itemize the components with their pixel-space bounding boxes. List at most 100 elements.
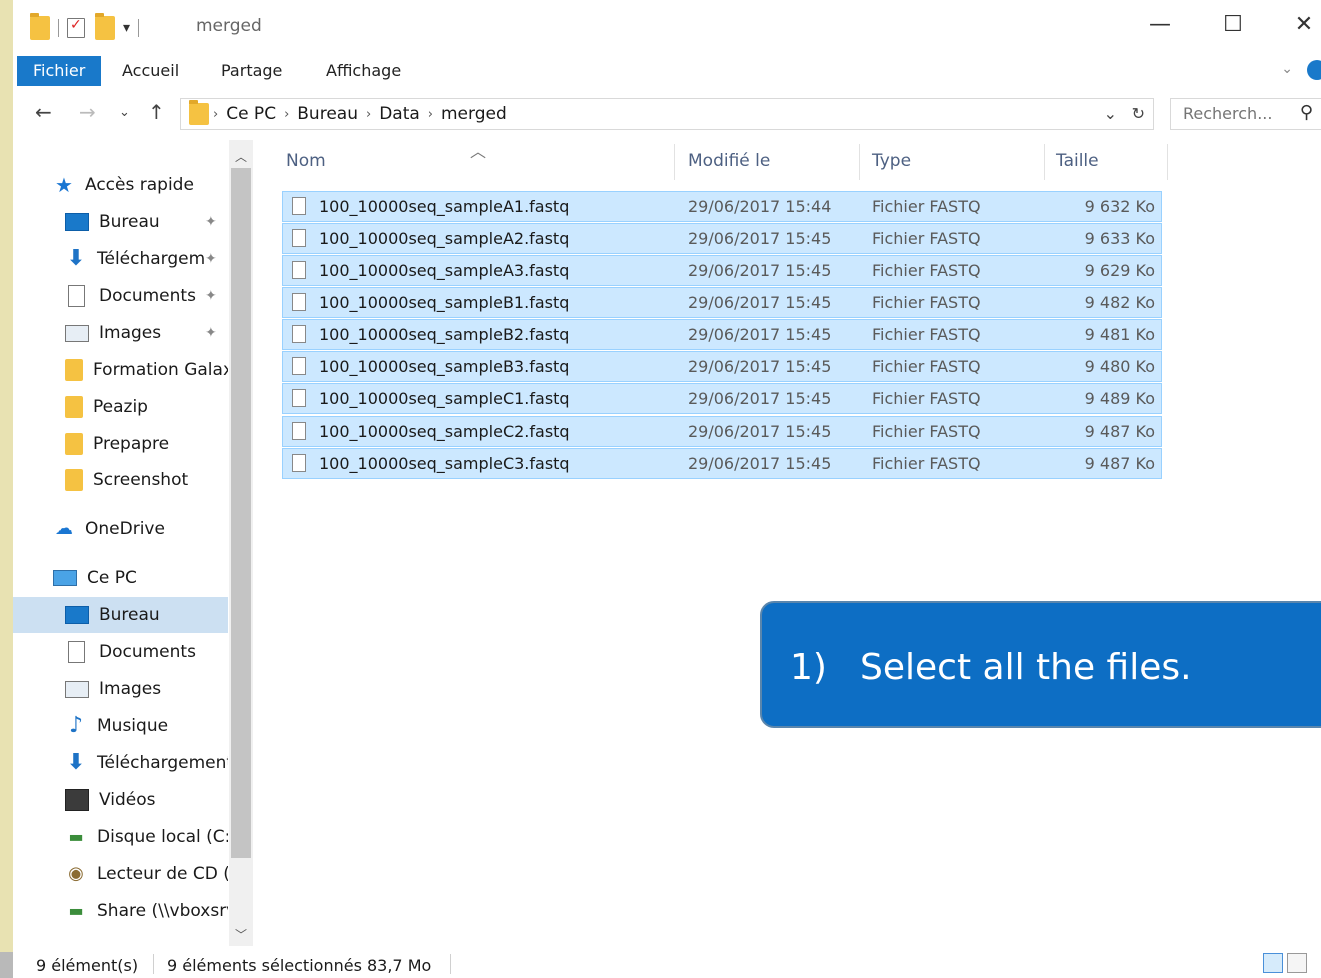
nav-item-label: OneDrive xyxy=(85,519,165,539)
images-icon xyxy=(65,324,89,342)
breadcrumb-item[interactable]: Data xyxy=(379,104,420,124)
tab-accueil[interactable]: Accueil xyxy=(122,56,179,86)
folder-icon xyxy=(65,359,83,381)
ribbon-tabs: Fichier Accueil Partage Affichage ⌄ xyxy=(13,56,1321,86)
nav-item-label: Documents xyxy=(99,642,196,662)
new-folder-icon[interactable] xyxy=(95,13,115,40)
refresh-icon[interactable]: ↻ xyxy=(1132,104,1145,123)
file-name: 100_10000seq_sampleA1.fastq xyxy=(319,197,570,216)
file-name: 100_10000seq_sampleC1.fastq xyxy=(319,389,570,408)
address-bar[interactable]: › Ce PC › Bureau › Data › merged ⌄ ↻ xyxy=(180,98,1154,130)
nav-item-label: Vidéos xyxy=(99,790,156,810)
up-arrow-icon[interactable]: ↑ xyxy=(148,100,165,124)
nav-item-bureau-pc[interactable]: Bureau xyxy=(13,597,228,633)
nav-item-label: Formation Galax xyxy=(93,360,228,380)
file-size: 9 489 Ko xyxy=(1084,389,1155,408)
nav-item-label: Téléchargement xyxy=(97,753,228,773)
video-icon xyxy=(65,789,89,811)
nav-item-ce-pc[interactable]: Ce PC xyxy=(53,560,228,596)
file-date: 29/06/2017 15:45 xyxy=(688,325,832,344)
quick-access-toolbar: ▾ xyxy=(30,13,147,42)
minimize-button[interactable]: — xyxy=(1145,12,1175,37)
folder-icon xyxy=(65,396,83,418)
divider xyxy=(1044,144,1045,180)
table-row[interactable]: 100_10000seq_sampleA2.fastq 29/06/2017 1… xyxy=(282,223,1162,254)
table-row[interactable]: 100_10000seq_sampleB3.fastq 29/06/2017 1… xyxy=(282,351,1162,382)
nav-item-label: Share (\\vboxsrv xyxy=(97,901,228,921)
file-type: Fichier FASTQ xyxy=(872,197,981,216)
large-icons-view-icon[interactable] xyxy=(1287,953,1307,973)
navigation-pane: ★ Accès rapide Bureau ✦ ⬇ Téléchargem ✦ … xyxy=(13,140,228,946)
nav-item-images-pc[interactable]: Images xyxy=(65,671,228,707)
table-row[interactable]: 100_10000seq_sampleB1.fastq 29/06/2017 1… xyxy=(282,287,1162,318)
table-row[interactable]: 100_10000seq_sampleA1.fastq 29/06/2017 1… xyxy=(282,191,1162,222)
column-header-type[interactable]: Type xyxy=(872,140,911,180)
forward-arrow-icon[interactable]: → xyxy=(79,100,96,124)
scrollbar-thumb[interactable] xyxy=(231,168,251,858)
scroll-up-icon[interactable]: ︿ xyxy=(229,148,253,165)
address-dropdown-icon[interactable]: ⌄ xyxy=(1104,104,1117,123)
callout-number: 1) xyxy=(790,647,827,688)
recent-locations-icon[interactable]: ⌄ xyxy=(119,105,130,120)
nav-item-documents[interactable]: Documents ✦ xyxy=(65,278,228,314)
file-date: 29/06/2017 15:45 xyxy=(688,293,832,312)
nav-item-peazip[interactable]: Peazip xyxy=(65,389,228,425)
pin-icon[interactable]: ✦ xyxy=(205,288,217,304)
column-header-size[interactable]: Taille xyxy=(1056,140,1099,180)
breadcrumb-item[interactable]: Bureau xyxy=(297,104,358,124)
maximize-button[interactable]: ☐ xyxy=(1218,12,1248,37)
table-row[interactable]: 100_10000seq_sampleC1.fastq 29/06/2017 1… xyxy=(282,383,1162,414)
search-input[interactable] xyxy=(1181,103,1285,124)
table-row[interactable]: 100_10000seq_sampleB2.fastq 29/06/2017 1… xyxy=(282,319,1162,350)
nav-item-screenshot[interactable]: Screenshot xyxy=(65,462,228,498)
back-arrow-icon[interactable]: ← xyxy=(35,100,52,124)
file-icon xyxy=(292,261,306,279)
navigation-bar: ← → ⌄ ↑ › Ce PC › Bureau › Data › merged… xyxy=(13,96,1321,132)
file-icon xyxy=(292,357,306,375)
search-icon[interactable]: ⚲ xyxy=(1300,102,1313,123)
nav-item-bureau[interactable]: Bureau ✦ xyxy=(65,204,228,240)
nav-item-quick-access[interactable]: ★ Accès rapide xyxy=(53,167,228,203)
table-row[interactable]: 100_10000seq_sampleC2.fastq 29/06/2017 1… xyxy=(282,416,1162,447)
pin-icon[interactable]: ✦ xyxy=(205,214,217,230)
help-icon[interactable] xyxy=(1307,60,1321,80)
tab-partage[interactable]: Partage xyxy=(221,56,282,86)
window-title: merged xyxy=(196,16,262,36)
nav-item-disque-local[interactable]: ▬ Disque local (C:) xyxy=(65,819,228,855)
nav-item-telechargements[interactable]: ⬇ Téléchargem ✦ xyxy=(65,241,228,277)
close-button[interactable]: ✕ xyxy=(1289,12,1319,37)
nav-item-videos[interactable]: Vidéos xyxy=(65,782,228,818)
file-type: Fichier FASTQ xyxy=(872,389,981,408)
properties-icon[interactable] xyxy=(67,17,85,38)
search-box[interactable]: ⚲ xyxy=(1170,98,1321,130)
nav-item-share[interactable]: ▬ Share (\\vboxsrv xyxy=(65,893,228,929)
nav-item-prepapre[interactable]: Prepapre xyxy=(65,426,228,462)
breadcrumb-item[interactable]: Ce PC xyxy=(226,104,276,124)
nav-item-formation-galaxy[interactable]: Formation Galax xyxy=(65,352,228,388)
nav-item-musique[interactable]: ♪ Musique xyxy=(65,708,228,744)
table-row[interactable]: 100_10000seq_sampleA3.fastq 29/06/2017 1… xyxy=(282,255,1162,286)
column-header-date[interactable]: Modifié le xyxy=(688,140,770,180)
table-row[interactable]: 100_10000seq_sampleC3.fastq 29/06/2017 1… xyxy=(282,448,1162,479)
nav-item-documents-pc[interactable]: Documents xyxy=(65,634,228,670)
download-icon: ⬇ xyxy=(66,246,86,271)
tab-fichier[interactable]: Fichier xyxy=(17,56,102,86)
column-header-name[interactable]: Nom xyxy=(286,140,326,180)
customize-toolbar-icon[interactable]: ▾ xyxy=(123,20,130,36)
expand-ribbon-icon[interactable]: ⌄ xyxy=(1281,61,1293,77)
nav-item-images[interactable]: Images ✦ xyxy=(65,315,228,351)
pin-icon[interactable]: ✦ xyxy=(205,251,217,267)
file-type: Fichier FASTQ xyxy=(872,229,981,248)
nav-item-onedrive[interactable]: ☁ OneDrive xyxy=(53,511,228,547)
breadcrumb-item[interactable]: merged xyxy=(441,104,507,124)
file-icon xyxy=(292,197,306,215)
desktop-icon xyxy=(65,213,89,231)
scroll-down-icon[interactable]: ﹀ xyxy=(229,926,253,943)
chevron-right-icon: › xyxy=(213,106,219,122)
details-view-icon[interactable] xyxy=(1263,953,1283,973)
pin-icon[interactable]: ✦ xyxy=(205,325,217,341)
nav-item-telechargement-pc[interactable]: ⬇ Téléchargement xyxy=(65,745,228,781)
tab-affichage[interactable]: Affichage xyxy=(326,56,401,86)
network-drive-icon: ▬ xyxy=(68,901,84,920)
nav-item-lecteur-cd[interactable]: ◉ Lecteur de CD (D xyxy=(65,856,228,892)
